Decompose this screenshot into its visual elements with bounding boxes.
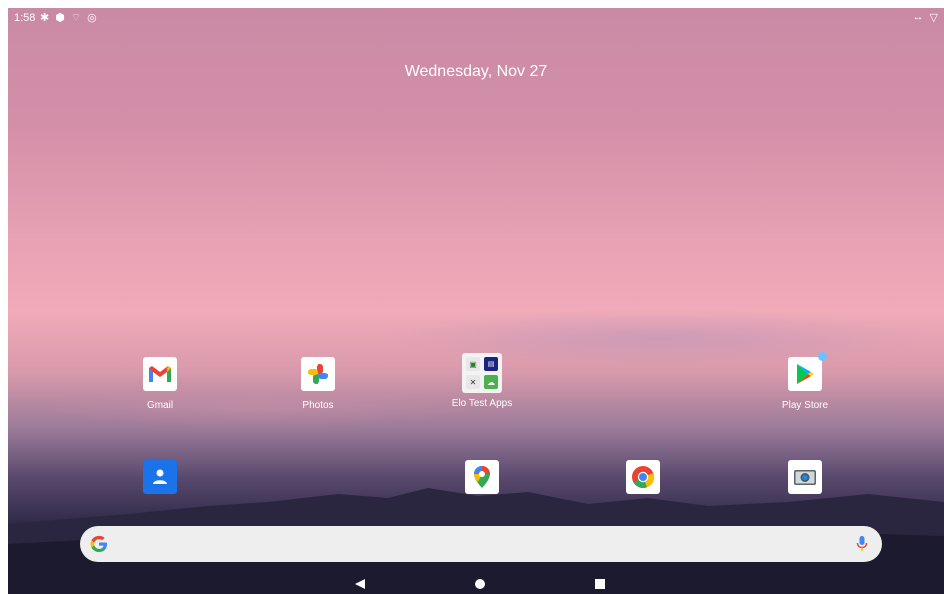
sync-icon: ◎ xyxy=(87,12,97,24)
app-label: Gmail xyxy=(146,400,174,411)
status-bar: 1:58 ✱ ⬢ ⌔ ◎ ↔ ▽ xyxy=(8,8,944,30)
app-play-store[interactable]: Play Store xyxy=(755,352,855,411)
settings-icon: ✱ xyxy=(40,12,50,24)
wifi-icon: ▽ xyxy=(929,12,938,24)
app-folder-elo-test-apps[interactable]: ▣ ▤ ✕ ☁ Elo Test Apps xyxy=(432,353,532,409)
app-label: Elo Test Apps xyxy=(451,398,513,409)
app-gmail[interactable]: Gmail xyxy=(110,357,210,411)
dock-app-contacts[interactable] xyxy=(110,460,210,494)
folder-icon: ▣ ▤ ✕ ☁ xyxy=(462,353,502,393)
app-photos[interactable]: Photos xyxy=(268,357,368,411)
back-icon[interactable] xyxy=(354,578,366,590)
folder-app-icon: ▣ xyxy=(466,357,480,371)
home-icon[interactable] xyxy=(474,578,486,590)
data-transfer-icon: ↔ xyxy=(912,11,924,23)
contacts-icon xyxy=(143,460,177,494)
folder-app-icon: ☁ xyxy=(484,375,498,389)
dock-app-maps[interactable] xyxy=(432,460,532,494)
gmail-icon xyxy=(143,357,177,391)
dock-app-chrome[interactable] xyxy=(593,460,693,494)
dock-app-camera[interactable] xyxy=(755,460,855,494)
app-label: Play Store xyxy=(781,400,829,411)
camera-icon xyxy=(788,460,822,494)
recents-icon[interactable] xyxy=(594,578,606,590)
chrome-icon xyxy=(626,460,660,494)
shield-icon: ⬢ xyxy=(55,12,65,24)
google-g-icon xyxy=(90,535,107,552)
photos-icon xyxy=(301,357,335,391)
date-widget[interactable]: Wednesday, Nov 27 xyxy=(8,63,944,81)
wifi-off-icon: ⌔ xyxy=(70,12,82,24)
folder-app-icon: ▤ xyxy=(484,357,498,371)
notification-badge xyxy=(818,352,827,361)
google-search-bar[interactable] xyxy=(80,526,882,562)
maps-icon xyxy=(465,460,499,494)
play-store-icon xyxy=(788,352,827,391)
folder-app-icon: ✕ xyxy=(466,375,480,389)
home-screen: 1:58 ✱ ⬢ ⌔ ◎ ↔ ▽ Wednesday, Nov 27 Gmail xyxy=(8,8,944,594)
app-label: Photos xyxy=(302,400,334,411)
navigation-bar xyxy=(8,574,944,594)
mic-icon[interactable] xyxy=(856,535,868,553)
status-time: 1:58 xyxy=(14,12,36,24)
